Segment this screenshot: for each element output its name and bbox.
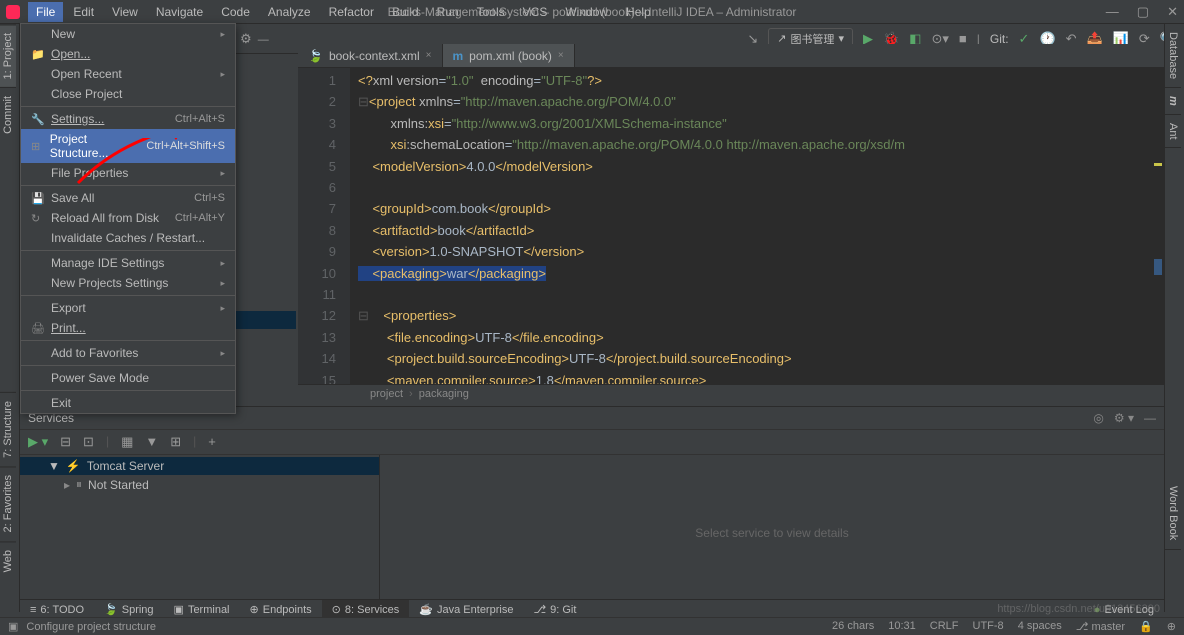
menu-navigate[interactable]: Navigate [148, 2, 211, 22]
status-hide-icon[interactable]: ▣ [8, 620, 18, 633]
svc-not-started[interactable]: ▸⏸Not Started [20, 475, 379, 494]
svc-tomcat[interactable]: ▼⚡Tomcat Server [20, 457, 379, 475]
idea-icon [6, 5, 20, 19]
menu-view[interactable]: View [104, 2, 146, 22]
code-content[interactable]: <?xml version="1.0" encoding="UTF-8"?> ⊟… [350, 68, 1164, 384]
svc-run-icon[interactable]: ▶ ▾ [28, 434, 48, 450]
tomcat-icon: ⚡ [66, 459, 81, 473]
menu-print[interactable]: 🖨Print... [21, 318, 235, 338]
tab-book-context[interactable]: 🍃book-context.xml× [298, 44, 443, 67]
services-hide-icon[interactable]: — [1144, 411, 1156, 425]
menu-save-all[interactable]: 💾Save AllCtrl+S [21, 188, 235, 208]
menu-refactor[interactable]: Refactor [321, 2, 382, 22]
bottom-tabs: ≡ 6: TODO 🍃 Spring ▣ Terminal ⊕ Endpoint… [20, 599, 1164, 619]
maven-file-icon: m [453, 49, 464, 63]
menu-open[interactable]: 📁Open... [21, 44, 235, 64]
sidebar-ant[interactable]: Ant [1165, 115, 1181, 149]
spring-config-icon: 🍃 [308, 49, 323, 63]
services-gear-icon[interactable]: ⚙ ▾ [1114, 411, 1134, 425]
sidebar-wordbook[interactable]: Word Book [1165, 478, 1181, 549]
sidebar-commit[interactable]: Commit [0, 87, 16, 142]
status-encoding[interactable]: UTF-8 [973, 620, 1004, 633]
minimize-icon[interactable]: — [1106, 4, 1119, 20]
svc-add-icon[interactable]: + [208, 434, 216, 450]
status-chars: 26 chars [832, 620, 874, 633]
editor-breadcrumb: project›packaging [298, 384, 1164, 406]
services-tree: ▼⚡Tomcat Server ▸⏸Not Started [20, 455, 380, 610]
status-goto-icon[interactable]: ⊕ [1167, 620, 1176, 633]
menu-file-properties[interactable]: File Properties▸ [21, 163, 235, 183]
status-indent[interactable]: 4 spaces [1018, 620, 1062, 633]
status-bar: ▣ Configure project structure 26 chars 1… [0, 617, 1184, 635]
gear-icon[interactable]: ⚙ [240, 31, 252, 46]
window-title: Books-Management-System – pom.xml (book)… [388, 5, 797, 19]
status-line-sep[interactable]: CRLF [930, 620, 959, 633]
menu-project-structure[interactable]: ⊞Project Structure...Ctrl+Alt+Shift+S [21, 129, 235, 163]
menu-code[interactable]: Code [213, 2, 258, 22]
close-tab-icon[interactable]: × [558, 50, 564, 61]
status-lock-icon[interactable]: 🔒 [1139, 620, 1153, 633]
services-target-icon[interactable]: ◎ [1093, 411, 1103, 425]
status-branch[interactable]: ⎇ master [1076, 620, 1125, 633]
menu-exit[interactable]: Exit [21, 393, 235, 413]
crumb-project[interactable]: project [370, 388, 403, 400]
file-menu-dropdown: New▸ 📁Open... Open Recent▸ Close Project… [20, 23, 236, 414]
menu-add-favorites[interactable]: Add to Favorites▸ [21, 343, 235, 363]
sidebar-favorites[interactable]: 2: Favorites [0, 466, 16, 540]
sidebar-project[interactable]: 1: Project [0, 24, 16, 87]
menu-new-projects-settings[interactable]: New Projects Settings▸ [21, 273, 235, 293]
menu-power-save[interactable]: Power Save Mode [21, 368, 235, 388]
status-action: Configure project structure [26, 621, 156, 633]
sidebar-database[interactable]: Database [1165, 24, 1181, 88]
svc-filter-icon[interactable]: ▼ [145, 434, 158, 450]
sidebar-web[interactable]: Web [0, 541, 16, 580]
menu-reload[interactable]: ↻Reload All from DiskCtrl+Alt+Y [21, 208, 235, 228]
menu-analyze[interactable]: Analyze [260, 2, 319, 22]
line-gutter: 123456789101112131415 [298, 68, 350, 384]
pause-icon: ⏸ [76, 477, 82, 492]
services-detail: Select service to view details [380, 455, 1164, 610]
sidebar-structure[interactable]: 7: Structure [0, 392, 16, 466]
menu-edit[interactable]: Edit [65, 2, 102, 22]
svc-layout-icon[interactable]: ⊞ [170, 434, 181, 450]
menu-open-recent[interactable]: Open Recent▸ [21, 64, 235, 84]
maximize-icon[interactable]: ▢ [1137, 4, 1149, 20]
svc-tree-icon[interactable]: ⊟ [60, 434, 71, 450]
close-icon[interactable]: ✕ [1167, 4, 1178, 20]
close-tab-icon[interactable]: × [426, 50, 432, 61]
code-editor[interactable]: 123456789101112131415 <?xml version="1.0… [298, 68, 1164, 384]
editor-tabs: 🍃book-context.xml× mpom.xml (book)× [298, 44, 1164, 68]
menu-export[interactable]: Export▸ [21, 298, 235, 318]
title-bar: File Edit View Navigate Code Analyze Ref… [0, 0, 1184, 24]
svc-view-icon[interactable]: ▦ [121, 434, 133, 450]
crumb-packaging[interactable]: packaging [419, 388, 469, 400]
menu-invalidate-caches[interactable]: Invalidate Caches / Restart... [21, 228, 235, 248]
sidebar-maven[interactable]: m [1165, 88, 1181, 115]
editor-warning-marker[interactable] [1154, 163, 1162, 166]
menu-close-project[interactable]: Close Project [21, 84, 235, 104]
menu-settings[interactable]: 🔧Settings...Ctrl+Alt+S [21, 109, 235, 129]
services-panel: Services ◎ ⚙ ▾ — ▶ ▾ ⊟ ⊡ | ▦ ▼ ⊞ | + ▼⚡T… [20, 406, 1164, 603]
menu-manage-ide[interactable]: Manage IDE Settings▸ [21, 253, 235, 273]
svc-flat-icon[interactable]: ⊡ [83, 434, 94, 450]
status-position[interactable]: 10:31 [888, 620, 916, 633]
menu-new[interactable]: New▸ [21, 24, 235, 44]
menu-file[interactable]: File [28, 2, 63, 22]
editor-change-marker[interactable] [1154, 259, 1162, 275]
tab-pom-xml[interactable]: mpom.xml (book)× [443, 44, 575, 67]
